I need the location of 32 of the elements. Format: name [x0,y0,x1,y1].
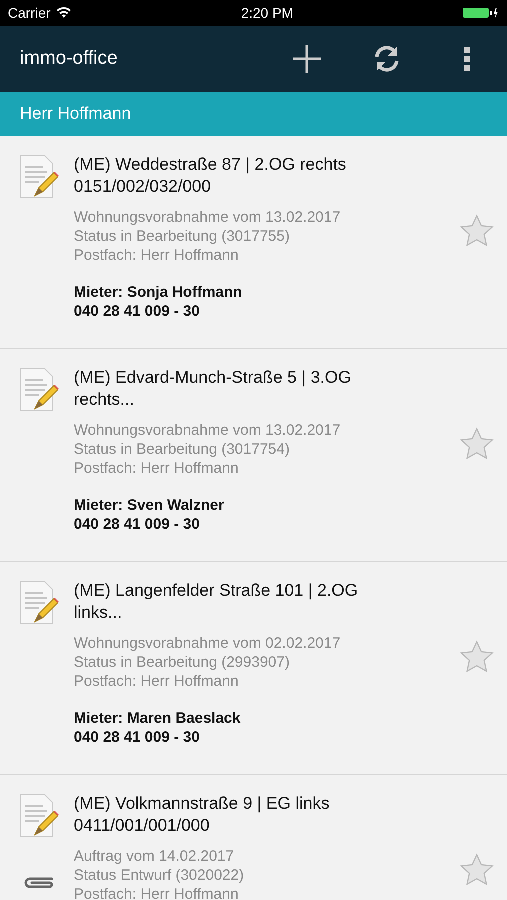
tenant-phone: 040 28 41 009 - 30 [74,302,201,321]
item-title: (ME) Edvard-Munch-Straße 5 | 3.OG rechts... [74,367,352,411]
app-title: immo-office [20,48,119,70]
tenant-name: Mieter: Sonja Hoffmann [74,283,244,302]
item-detail: Wohnungsvorabnahme vom 02.02.2017 [74,634,342,653]
item-detail: Auftrag vom 14.02.2017 [74,847,236,866]
item-detail: Wohnungsvorabnahme vom 13.02.2017 [74,208,342,227]
section-title: Herr Hoffmann [20,104,132,124]
item-title: (ME) Volkmannstraße 9 | EG links [74,793,331,815]
item-number: 0411/001/001/000 [74,815,211,837]
list-item[interactable]: (ME) Edvard-Munch-Straße 5 | 3.OG rechts... Wohnungsvorabnahme vom 13.02.2017 Status in Bearbeitung (3017754) Postfach: Herr Hoffmann Mieter: Sven Walzner 040 28 41 009 - 30 [0,349,507,562]
carrier-label: Carrier [8,5,51,21]
list-item[interactable]: (ME) Volkmannstraße 9 | EG links 0411/001/001/000 Auftrag vom 14.02.2017 Status Entwurf (3020022) Postfach: Herr Hoffmann [0,775,507,900]
item-detail: Postfach: Herr Hoffmann [74,246,240,265]
list-item[interactable]: (ME) Langenfelder Straße 101 | 2.OG links... Wohnungsvorabnahme vom 02.02.2017 Status in Bearbeitung (2993907) Postfach: Herr Hoffmann Mieter: Maren Baeslack 040 28 41 009 - 30 [0,562,507,775]
tenant-name: Mieter: Maren Baeslack [74,709,242,728]
item-detail: Postfach: Herr Hoffmann [74,885,240,900]
item-detail: Status in Bearbeitung (2993907) [74,653,291,672]
tenant-phone: 040 28 41 009 - 30 [74,515,201,534]
status-time: 2:20 PM [241,5,294,21]
item-detail: Wohnungsvorabnahme vom 13.02.2017 [74,421,342,440]
item-number: 0151/002/032/000 [74,176,212,198]
item-detail: Status in Bearbeitung (3017755) [74,227,291,246]
item-detail: Postfach: Herr Hoffmann [74,459,240,478]
item-detail: Postfach: Herr Hoffmann [74,672,240,691]
item-detail: Status Entwurf (3020022) [74,866,246,885]
tenant-name: Mieter: Sven Walzner [74,496,226,515]
item-title: (ME) Weddestraße 87 | 2.OG rechts [74,154,348,176]
tenant-phone: 040 28 41 009 - 30 [74,728,201,747]
item-title: (ME) Langenfelder Straße 101 | 2.OG links... [74,580,360,624]
item-detail: Status in Bearbeitung (3017754) [74,440,291,459]
list-item[interactable]: (ME) Weddestraße 87 | 2.OG rechts 0151/002/032/000 Wohnungsvorabnahme vom 13.02.2017 Status in Bearbeitung (3017755) Postfach: Herr Hoffmann Mieter: Sonja Hoffmann 040 28 41 009 - 30 [0,136,507,349]
